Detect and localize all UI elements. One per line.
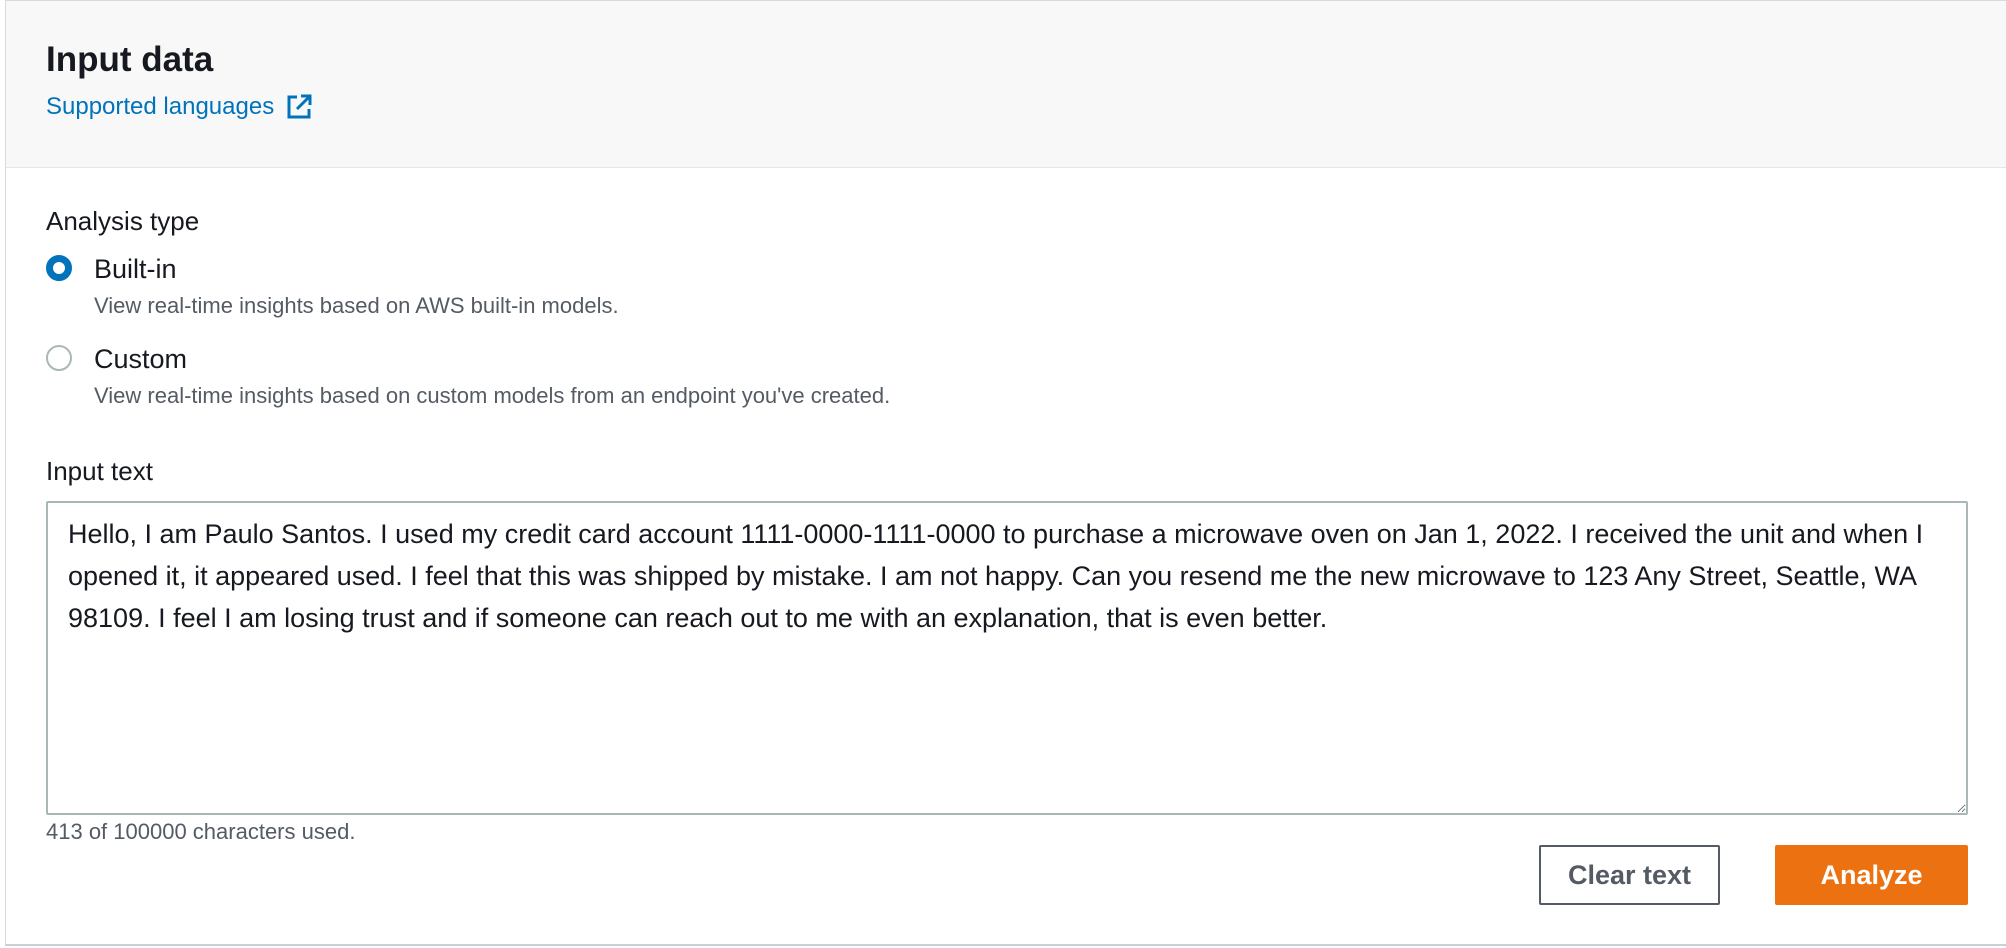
built-in-radio-button[interactable] xyxy=(46,255,72,281)
built-in-label: Built-in xyxy=(94,254,177,284)
panel-header: Input data Supported languages xyxy=(6,1,2006,168)
panel-title: Input data xyxy=(46,40,214,79)
analysis-type-label: Analysis type xyxy=(46,206,200,236)
custom-description: View real-time insights based on custom … xyxy=(94,383,891,408)
custom-radio-button[interactable] xyxy=(46,345,72,371)
analyze-button[interactable]: Analyze xyxy=(1775,845,1968,905)
external-link-icon xyxy=(284,92,314,122)
character-counter: 413 of 100000 characters used. xyxy=(46,819,356,844)
built-in-description: View real-time insights based on AWS bui… xyxy=(94,293,619,318)
input-data-panel: Input data Supported languages Analysis … xyxy=(5,0,2006,946)
radio-option-built-in[interactable]: Built-in View real-time insights based o… xyxy=(46,253,619,321)
supported-languages-label: Supported languages xyxy=(46,93,275,120)
custom-label: Custom xyxy=(94,344,188,374)
input-text-label: Input text xyxy=(46,456,153,486)
clear-text-button[interactable]: Clear text xyxy=(1539,845,1720,905)
input-text-area[interactable]: Hello, I am Paulo Santos. I used my cred… xyxy=(46,501,1968,815)
supported-languages-link[interactable]: Supported languages xyxy=(46,91,314,123)
radio-option-custom[interactable]: Custom View real-time insights based on … xyxy=(46,343,890,411)
